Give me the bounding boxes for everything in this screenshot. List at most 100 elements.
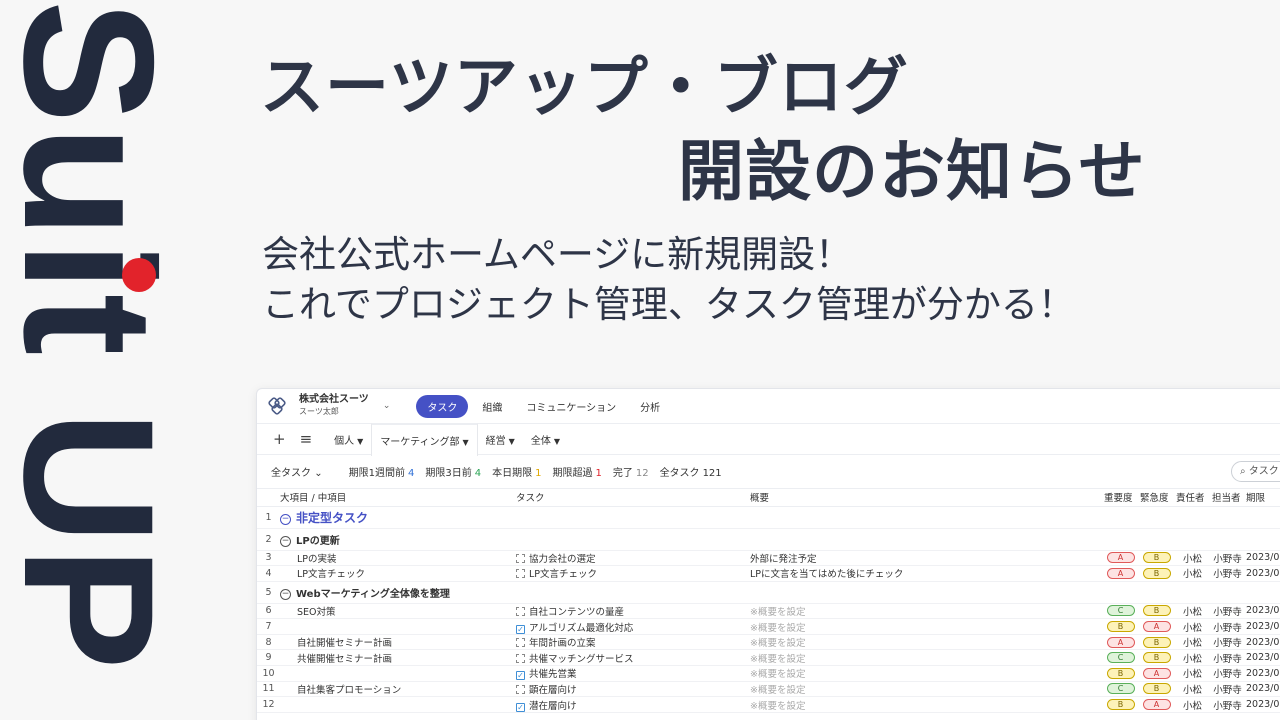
assignee-cell[interactable]: 小野寺 <box>1209 665 1243 682</box>
owner-cell[interactable]: 小松 <box>1173 696 1209 713</box>
importance-cell[interactable]: C <box>1101 681 1137 698</box>
summary-cell[interactable]: ※概要を設定 <box>747 665 1101 682</box>
importance-cell[interactable]: C <box>1101 603 1137 620</box>
owner-cell[interactable]: 小松 <box>1173 649 1209 667</box>
summary-cell[interactable]: ※概要を設定 <box>747 696 1101 713</box>
checkbox-checked-icon[interactable]: ✓ <box>516 702 525 712</box>
importance-cell[interactable]: A <box>1101 550 1137 567</box>
task-cell[interactable]: 年間計画の立案 <box>513 634 747 651</box>
summary-cell[interactable]: LPに文言を当てはめた後にチェック <box>747 565 1101 582</box>
col-header[interactable]: 緊急度 <box>1137 489 1173 507</box>
task-cell[interactable]: 協力会社の選定 <box>513 550 747 567</box>
urgency-cell[interactable]: B <box>1137 603 1173 620</box>
item-cell[interactable]: 共催開催セミナー計画 <box>277 649 513 667</box>
assignee-cell[interactable]: 小野寺 <box>1209 634 1243 651</box>
search-input[interactable]: ⌕ タスク <box>1231 461 1280 482</box>
table-row[interactable]: 4 LP文言チェック LP文言チェック LPに文言を当てはめた後にチェック A B 小松 小野… <box>257 565 1280 582</box>
col-header[interactable]: 重要度 <box>1101 489 1137 507</box>
checkbox-icon[interactable] <box>516 653 525 663</box>
task-filter-dropdown[interactable]: 全タスク ⌄ <box>271 464 323 479</box>
due-cell[interactable]: 2023/03 <box>1243 649 1280 667</box>
urgency-cell[interactable]: B <box>1137 565 1173 582</box>
owner-cell[interactable]: 小松 <box>1173 603 1209 620</box>
importance-cell[interactable]: A <box>1101 634 1137 651</box>
table-row[interactable]: 8自社開催セミナー計画 年間計画の立案 ※概要を設定 AB小松小野寺2023/03 <box>257 634 1280 651</box>
owner-cell[interactable]: 小松 <box>1173 550 1209 567</box>
filter-all[interactable]: 全タスク 121 <box>660 464 722 479</box>
item-cell[interactable]: 自社集客プロモーション <box>277 681 513 698</box>
importance-cell[interactable]: B <box>1101 665 1137 682</box>
table-row[interactable]: 11自社集客プロモーション 顕在層向け ※概要を設定 CB小松小野寺2023/03 <box>257 681 1280 698</box>
item-cell[interactable]: LPの実装 <box>277 550 513 567</box>
col-header[interactable]: タスク <box>513 489 747 507</box>
task-cell[interactable]: ✓ 共催先営業 <box>513 665 747 682</box>
due-cell[interactable]: 2023/03 <box>1243 665 1280 682</box>
table-row[interactable]: 3LPの実装 協力会社の選定 外部に発注予定 AB小松小野寺2023/03 <box>257 550 1280 567</box>
col-header[interactable]: 概要 <box>747 489 1101 507</box>
item-cell[interactable]: LP文言チェック <box>277 565 513 582</box>
group-row[interactable]: 5 − Webマーケティング全体像を整理 <box>257 581 1280 604</box>
urgency-cell[interactable]: B <box>1137 681 1173 698</box>
summary-cell[interactable]: ※概要を設定 <box>747 618 1101 635</box>
task-cell[interactable]: ✓ アルゴリズム最適化対応 <box>513 618 747 635</box>
nav-tab-analysis[interactable]: 分析 <box>640 399 660 414</box>
urgency-cell[interactable]: A <box>1137 665 1173 682</box>
group-row[interactable]: 2 − LPの更新 <box>257 528 1280 551</box>
owner-cell[interactable]: 小松 <box>1173 634 1209 651</box>
col-header[interactable]: 責任者 <box>1173 489 1209 507</box>
item-cell[interactable] <box>277 696 513 713</box>
col-header[interactable]: 大項目 / 中項目 <box>277 489 513 507</box>
group-tab-all[interactable]: 全体 ▼ <box>523 424 568 455</box>
urgency-cell[interactable]: A <box>1137 696 1173 713</box>
filter-today[interactable]: 本日期限 1 <box>492 464 541 479</box>
group-tab-marketing[interactable]: マーケティング部 ▼ <box>371 422 478 456</box>
checkbox-checked-icon[interactable]: ✓ <box>516 671 525 681</box>
summary-cell[interactable]: ※概要を設定 <box>747 649 1101 667</box>
checkbox-icon[interactable] <box>516 569 525 579</box>
col-header[interactable]: 期限 <box>1243 489 1280 507</box>
owner-cell[interactable]: 小松 <box>1173 681 1209 698</box>
checkbox-icon[interactable] <box>516 553 525 563</box>
table-row[interactable]: 9 共催開催セミナー計画 共催マッチングサービス ※概要を設定 C B 小松 小野寺 2023/… <box>257 649 1280 667</box>
due-cell[interactable]: 2023/03 <box>1243 550 1280 567</box>
importance-cell[interactable]: C <box>1101 649 1137 667</box>
table-row[interactable]: 10 ✓ 共催先営業 ※概要を設定 BA小松小野寺2023/03 <box>257 665 1280 682</box>
section-row[interactable]: 1 − 非定型タスク <box>257 506 1280 529</box>
company-switcher[interactable]: 株式会社スーツ スーツ太郎 <box>299 394 369 418</box>
task-cell[interactable]: 顕在層向け <box>513 681 747 698</box>
menu-icon[interactable]: ≡ <box>300 430 313 448</box>
add-icon[interactable]: + <box>273 430 286 448</box>
item-cell[interactable]: SEO対策 <box>277 603 513 620</box>
filter-1week[interactable]: 期限1週間前 4 <box>349 464 415 479</box>
assignee-cell[interactable]: 小野寺 <box>1209 550 1243 567</box>
filter-3days[interactable]: 期限3日前 4 <box>425 464 481 479</box>
nav-tab-task[interactable]: タスク <box>416 394 469 418</box>
filter-done[interactable]: 完了 12 <box>613 464 649 479</box>
summary-cell[interactable]: ※概要を設定 <box>747 634 1101 651</box>
due-cell[interactable]: 2023/03 <box>1243 634 1280 651</box>
summary-cell[interactable]: ※概要を設定 <box>747 603 1101 620</box>
due-cell[interactable]: 2023/03 <box>1243 681 1280 698</box>
summary-cell[interactable]: ※概要を設定 <box>747 681 1101 698</box>
collapse-icon[interactable]: − <box>280 535 291 547</box>
urgency-cell[interactable]: A <box>1137 618 1173 635</box>
owner-cell[interactable]: 小松 <box>1173 665 1209 682</box>
col-header[interactable]: 担当者 <box>1209 489 1243 507</box>
assignee-cell[interactable]: 小野寺 <box>1209 696 1243 713</box>
owner-cell[interactable]: 小松 <box>1173 618 1209 635</box>
table-row[interactable]: 6SEO対策 自社コンテンツの量産 ※概要を設定 CB小松小野寺2023/03 <box>257 603 1280 620</box>
assignee-cell[interactable]: 小野寺 <box>1209 649 1243 667</box>
item-cell[interactable]: 自社開催セミナー計画 <box>277 634 513 651</box>
checkbox-checked-icon[interactable]: ✓ <box>516 624 525 634</box>
assignee-cell[interactable]: 小野寺 <box>1209 603 1243 620</box>
urgency-cell[interactable]: B <box>1137 634 1173 651</box>
importance-cell[interactable]: B <box>1101 618 1137 635</box>
item-cell[interactable] <box>277 665 513 682</box>
due-cell[interactable]: 2023/03 <box>1243 565 1280 582</box>
due-cell[interactable]: 2023/03 <box>1243 696 1280 713</box>
item-cell[interactable] <box>277 618 513 635</box>
summary-cell[interactable]: 外部に発注予定 <box>747 550 1101 567</box>
checkbox-icon[interactable] <box>516 638 525 648</box>
task-cell[interactable]: 共催マッチングサービス <box>513 649 747 667</box>
table-row[interactable]: 7 ✓ アルゴリズム最適化対応 ※概要を設定 BA小松小野寺2023/03 <box>257 618 1280 635</box>
